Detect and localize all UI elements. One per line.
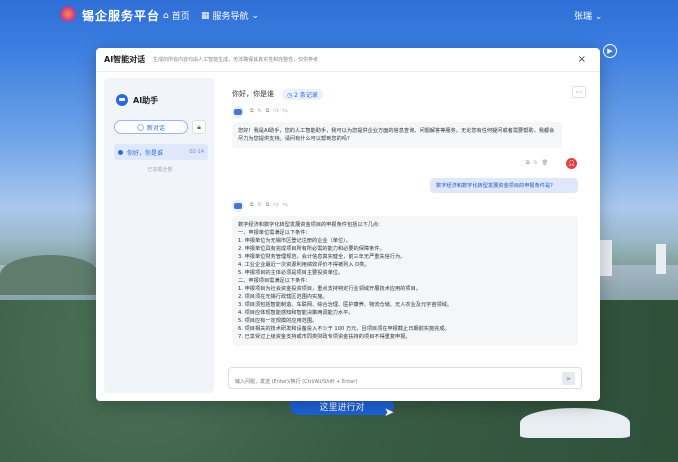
modal-title: AI智能对话 bbox=[104, 55, 146, 64]
nav-service[interactable]: ▦ 服务导航 ⌄ bbox=[201, 9, 260, 23]
session-time: 02-14 bbox=[189, 149, 204, 155]
message-toolbar: ⧉ ↻ ⧉ 👍︎ 👎︎ bbox=[250, 202, 288, 208]
nav-service-label: 服务导航 bbox=[212, 12, 249, 22]
new-chat-button[interactable]: ◯ 新对话 bbox=[114, 120, 188, 134]
session-item[interactable]: 你好，你是谁 02-14 bbox=[114, 144, 208, 160]
bot-avatar-icon bbox=[232, 200, 244, 212]
logo-icon bbox=[60, 6, 76, 22]
play-icon[interactable]: ▶ bbox=[603, 44, 617, 58]
thumbs-down-icon[interactable]: 👎︎ bbox=[283, 202, 288, 208]
user-message-toolbar: ⧉ ↻ 🗑︎ bbox=[526, 160, 548, 166]
tower-building bbox=[600, 240, 612, 276]
answer-line: 2. 项目须在无锡行政辖区范围内实施。 bbox=[238, 294, 328, 300]
answer-line: 7. 已享受过上级资金支持或市同类财政专项资金扶持的项目不得重复申报。 bbox=[238, 334, 411, 340]
refresh-icon[interactable]: ↻ bbox=[258, 108, 262, 114]
user-avatar-icon: 👤︎ bbox=[566, 158, 577, 169]
chat-sidebar: AI助手 ◯ 新对话 🔒︎ 你好，你是谁 02-14 已加载全部 bbox=[104, 78, 214, 393]
close-icon[interactable]: × bbox=[578, 54, 586, 65]
copy-icon[interactable]: ⧉ bbox=[250, 202, 254, 208]
grid-icon: ▦ bbox=[201, 10, 210, 21]
ai-dialog-modal: AI智能对话 生成的所有内容均由人工智能生成，无法确保其真实性和完整性，仅供参考… bbox=[96, 48, 600, 401]
nav-home-label: 首页 bbox=[171, 12, 190, 22]
chat-title: 你好，你是谁 bbox=[232, 90, 274, 98]
answer-line: 4. 项目应体现智能感知和智能决策两调能力水平。 bbox=[238, 310, 354, 316]
more-icon[interactable]: ⋯ bbox=[572, 86, 586, 98]
chevron-down-icon: ⌄ bbox=[251, 10, 260, 21]
thumbs-down-icon[interactable]: 👎︎ bbox=[283, 108, 288, 114]
chat-topbar: 你好，你是谁 ◷ 2 条记录 bbox=[220, 86, 592, 102]
answer-line: 数字经济和数字化转型发展资金项目的申报条件包括以下几点: bbox=[238, 222, 380, 228]
lock-button[interactable]: 🔒︎ bbox=[192, 120, 206, 134]
clock-icon: ◷ bbox=[287, 91, 293, 99]
refresh-icon[interactable]: ↻ bbox=[258, 202, 262, 208]
assistant-header: AI助手 bbox=[116, 94, 208, 106]
chevron-down-icon: ⌄ bbox=[594, 12, 603, 22]
user-name: 张瑞 bbox=[574, 12, 593, 22]
chat-input[interactable] bbox=[235, 372, 535, 392]
modal-subtitle: 生成的所有内容均由人工智能生成，无法确保其真实性和完整性，仅供参考 bbox=[153, 57, 319, 63]
answer-line: 一、申报单位需满足以下条件： bbox=[238, 230, 311, 236]
send-icon: ➤ bbox=[565, 374, 572, 383]
chat-input-box: ➤ bbox=[228, 367, 582, 392]
copy-icon[interactable]: ⧉ bbox=[250, 108, 254, 114]
copy-icon[interactable]: ⧉ bbox=[526, 160, 530, 166]
delete-icon[interactable]: 🗑︎ bbox=[542, 160, 548, 166]
records-badge: ◷ 2 条记录 bbox=[282, 88, 323, 100]
answer-line: 6. 项目相关的技术研发和设备投入不少于 100 万元，且项目须在申报截止日期前… bbox=[238, 326, 450, 332]
answer-line: 5. 项目应有一定规模的应用范围。 bbox=[238, 318, 318, 324]
bot-message-intro: 您好！我是AI助手，您的人工智能助手，我可以为您提供企业方面的信息查询、问题解答… bbox=[232, 122, 562, 148]
chat-bubble-icon: ◯ bbox=[137, 123, 144, 131]
chat-dot-icon bbox=[118, 149, 123, 155]
copy-icon[interactable]: ⧉ bbox=[266, 202, 270, 208]
assistant-name: AI助手 bbox=[133, 95, 159, 105]
home-icon: ⌂ bbox=[163, 10, 169, 21]
session-title: 你好，你是谁 bbox=[127, 149, 164, 157]
answer-line: 5. 申报项目的主体必须是项目主要投资单位。 bbox=[238, 270, 344, 276]
mouse-cursor-icon: ➤ bbox=[384, 405, 395, 419]
brand-name: 锡企服务平台 bbox=[82, 9, 161, 23]
answer-line: 1. 申报项目为社会资金投资项目，重点支持特定行业领域开展技术应用的项目。 bbox=[238, 286, 421, 292]
answer-line: 3. 项目须包括智能制造、车联网、综合治理、医护康养、物流仓储、无人农业及元宇宙… bbox=[238, 302, 453, 308]
bot-message-answer: 数字经济和数字化转型发展资金项目的申报条件包括以下几点: 一、申报单位需满足以下条… bbox=[232, 216, 578, 346]
answer-line: 二、申报项目需满足以下条件： bbox=[238, 278, 311, 284]
user-menu[interactable]: 张瑞 ⌄ bbox=[574, 9, 602, 22]
copy-icon[interactable]: ⧉ bbox=[266, 108, 270, 114]
modal-header: AI智能对话 生成的所有内容均由人工智能生成，无法确保其真实性和完整性，仅供参考… bbox=[96, 48, 600, 72]
tower-building bbox=[656, 244, 666, 274]
nav-home[interactable]: ⌂ 首页 bbox=[163, 9, 190, 23]
modal-body: AI助手 ◯ 新对话 🔒︎ 你好，你是谁 02-14 已加载全部 你好，你是谁 bbox=[104, 78, 592, 393]
records-count: 2 条记录 bbox=[294, 91, 318, 99]
thumbs-up-icon[interactable]: 👍︎ bbox=[273, 202, 278, 208]
new-chat-row: ◯ 新对话 🔒︎ bbox=[114, 120, 208, 134]
robot-icon bbox=[116, 94, 128, 106]
refresh-icon[interactable]: ↻ bbox=[534, 160, 538, 166]
hill bbox=[0, 255, 100, 295]
answer-line: 4. 工业企业最近一次资源利用绩效评价不得被列入 D类。 bbox=[238, 262, 370, 268]
bot-avatar-icon bbox=[232, 106, 244, 118]
send-button[interactable]: ➤ bbox=[562, 372, 575, 385]
answer-line: 2. 申报单位具有完成项目所有所必需的能力和必要的保障条件。 bbox=[238, 246, 385, 252]
chat-main: 你好，你是谁 ◷ 2 条记录 ⋯ ⧉ ↻ ⧉ 👍︎ 👎︎ 您好！我是AI助手，您… bbox=[220, 78, 592, 393]
user-message: 数字经济和数字化转型发展资金项目的申报条件是? bbox=[430, 178, 578, 193]
thumbs-up-icon[interactable]: 👍︎ bbox=[273, 108, 278, 114]
shell-building bbox=[520, 408, 630, 438]
message-toolbar: ⧉ ↻ ⧉ 👍︎ 👎︎ bbox=[250, 108, 288, 114]
top-nav: 锡企服务平台 ⌂ 首页 ▦ 服务导航 ⌄ 张瑞 ⌄ bbox=[0, 0, 678, 28]
new-chat-label: 新对话 bbox=[146, 124, 165, 132]
lock-icon: 🔒︎ bbox=[197, 122, 201, 131]
answer-line: 3. 申报单位财务管理规范，会计信息真实健全，前三年无严重失信行为。 bbox=[238, 254, 406, 260]
cta-label: 这里进行对 bbox=[319, 402, 365, 413]
loaded-all-text: 已加载全部 bbox=[147, 167, 173, 173]
answer-line: 1. 申报单位为无锡市区登记注册的企业（单位）。 bbox=[238, 238, 351, 244]
